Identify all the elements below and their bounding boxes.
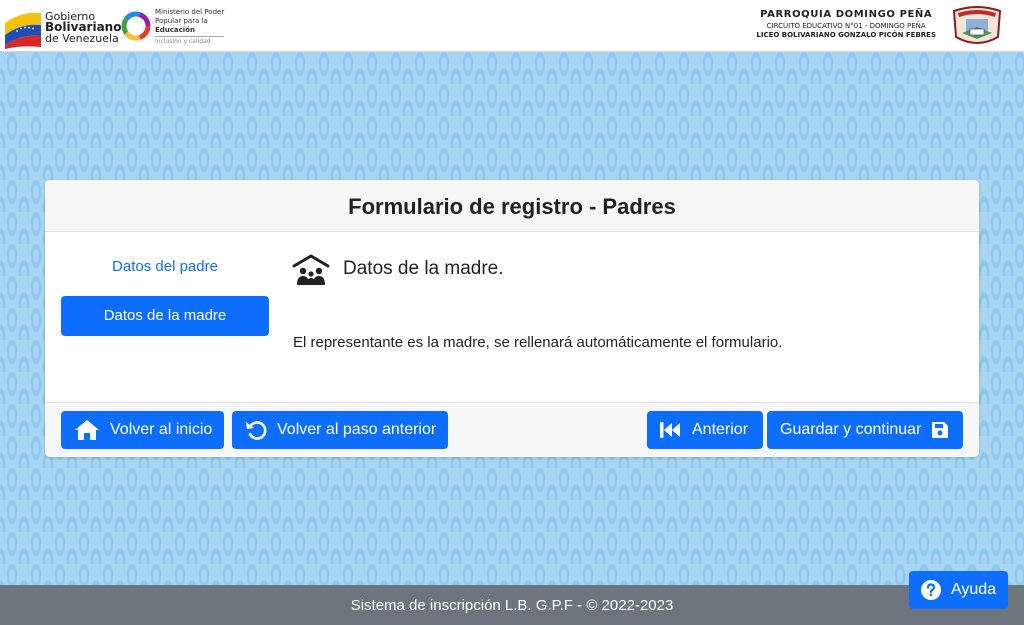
section-title: Datos de la madre. bbox=[343, 258, 504, 279]
school-name: LICEO BOLIVARIANO GONZALO PICÓN FEBRES bbox=[756, 31, 936, 39]
gov-logo-line3: de Venezuela bbox=[45, 32, 119, 45]
floppy-disk-icon bbox=[932, 422, 949, 438]
footer-copyright: Sistema de inscripción L.B. G.P.F - © 20… bbox=[350, 597, 674, 614]
undo-icon bbox=[246, 421, 267, 440]
save-continue-button-label: Guardar y continuar bbox=[780, 421, 922, 438]
back-step-button-label: Volver al paso anterior bbox=[277, 421, 437, 438]
top-header: Gobierno Bolivariano de Venezuela Minist… bbox=[0, 0, 1024, 52]
registration-form-card: Formulario de registro - Padres Datos de… bbox=[45, 180, 979, 457]
question-circle-icon bbox=[921, 580, 941, 600]
ministerio-educacion-logo: Ministerio del Poder Popular para la Edu… bbox=[120, 6, 230, 48]
back-step-button[interactable]: Volver al paso anterior bbox=[232, 411, 448, 449]
previous-button-label: Anterior bbox=[692, 421, 749, 438]
form-actions: Volver al inicio Volver al paso anterior… bbox=[45, 402, 979, 457]
venezuela-flag-icon bbox=[5, 12, 41, 49]
page-footer: Sistema de inscripción L.B. G.P.F - © 20… bbox=[0, 585, 1024, 625]
family-house-icon bbox=[292, 254, 330, 285]
backward-icon bbox=[660, 422, 680, 438]
autofill-note: El representante es la madre, se rellena… bbox=[293, 334, 783, 351]
previous-button[interactable]: Anterior bbox=[647, 411, 763, 449]
education-ring-icon bbox=[121, 11, 151, 41]
nav-datos-madre[interactable]: Datos de la madre bbox=[61, 296, 269, 336]
help-button[interactable]: Ayuda bbox=[909, 571, 1008, 609]
school-info: PARROQUIA DOMINGO PEÑA CIRCUITO EDUCATIV… bbox=[756, 9, 936, 39]
school-crest-logo bbox=[952, 6, 1002, 44]
ministry-line2: Popular para la bbox=[155, 17, 208, 25]
ministry-tagline: Inclusión y calidad bbox=[155, 36, 225, 46]
school-circuit: CIRCUITO EDUCATIVO N°01 - DOMINGO PEÑA bbox=[766, 22, 926, 30]
home-button-label: Volver al inicio bbox=[110, 421, 213, 438]
home-icon bbox=[75, 420, 99, 440]
nav-datos-padre[interactable]: Datos del padre bbox=[61, 258, 269, 275]
gobierno-bolivariano-logo: Gobierno Bolivariano de Venezuela bbox=[3, 7, 121, 49]
ministry-line1: Ministerio del Poder bbox=[155, 8, 225, 16]
home-button[interactable]: Volver al inicio bbox=[61, 411, 224, 449]
form-title: Formulario de registro - Padres bbox=[45, 180, 979, 232]
school-parish: PARROQUIA DOMINGO PEÑA bbox=[760, 9, 933, 20]
help-button-label: Ayuda bbox=[951, 581, 997, 598]
form-body: Datos del padre Datos de la madre Datos … bbox=[45, 232, 979, 402]
ministry-line3: Educación bbox=[155, 26, 195, 34]
save-continue-button[interactable]: Guardar y continuar bbox=[767, 411, 963, 449]
